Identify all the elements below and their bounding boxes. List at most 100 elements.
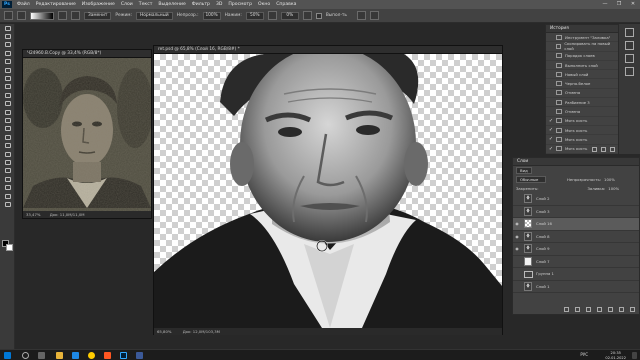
new-layer-icon[interactable]: [619, 307, 624, 312]
gradient-preview[interactable]: [30, 11, 54, 20]
layer-row[interactable]: Слой 7: [513, 256, 639, 268]
minimize-button[interactable]: —: [598, 0, 612, 9]
settings-gear-icon[interactable]: [302, 11, 312, 20]
more-tool-icon[interactable]: [0, 200, 15, 208]
blur-tool-icon[interactable]: [0, 133, 15, 141]
eraser-tool-icon[interactable]: [0, 116, 15, 124]
layer-name[interactable]: Группа 1: [536, 271, 554, 276]
snapshot-icon[interactable]: [592, 147, 597, 152]
history-item[interactable]: Черно-белое: [546, 79, 618, 89]
canvas-area[interactable]: [154, 54, 502, 328]
history-item[interactable]: Отмена: [546, 107, 618, 117]
menu-item-5[interactable]: Выделение: [155, 2, 188, 7]
menu-item-10[interactable]: Справка: [273, 2, 299, 7]
visibility-eye-icon[interactable]: ◉: [513, 234, 521, 239]
zoom-tool-icon[interactable]: [0, 192, 15, 200]
layer-row[interactable]: Группа 1: [513, 268, 639, 281]
brush-tool-icon[interactable]: [0, 91, 15, 99]
layer-row[interactable]: Слой 1: [513, 281, 639, 293]
history-item[interactable]: Выполнить слой: [546, 61, 618, 71]
symmetry-icon[interactable]: [369, 11, 379, 20]
dither-checkbox[interactable]: [315, 12, 322, 19]
document-window-active[interactable]: ret.psd @ 65,8% (Слой 16, RGB/8#) * 65,8…: [153, 45, 503, 335]
history-item[interactable]: Отмена: [546, 89, 618, 99]
menu-item-9[interactable]: Окно: [255, 2, 273, 7]
menu-item-3[interactable]: Слои: [118, 2, 136, 7]
task-view-icon[interactable]: [38, 352, 45, 359]
hand-tool-icon[interactable]: [0, 183, 15, 191]
app-icon[interactable]: [104, 352, 111, 359]
menu-item-1[interactable]: Редактирование: [33, 2, 79, 7]
history-item[interactable]: Новый слой: [546, 70, 618, 80]
type-tool-icon[interactable]: [0, 158, 15, 166]
history-item[interactable]: ✓ Мягк кисть: [546, 126, 618, 136]
layer-opacity-value[interactable]: 100%: [604, 177, 615, 182]
file-explorer-icon[interactable]: [56, 352, 63, 359]
radial-gradient-icon[interactable]: [71, 11, 80, 20]
move-tool-icon[interactable]: [0, 24, 15, 32]
blend-mode-select[interactable]: Обычные: [516, 176, 546, 183]
marquee-tool-icon[interactable]: [0, 32, 15, 40]
photoshop-logo-icon[interactable]: Ps: [2, 1, 12, 8]
search-icon[interactable]: [22, 352, 29, 359]
airbrush-icon[interactable]: [267, 11, 277, 20]
smoothing-input[interactable]: 0%: [280, 11, 299, 20]
layer-style-icon[interactable]: [575, 307, 580, 312]
history-item[interactable]: ✓ Мягк кисть: [546, 117, 618, 126]
clone-stamp-tool-icon[interactable]: [0, 100, 15, 108]
layer-name[interactable]: Слой 8: [536, 234, 550, 239]
menu-item-8[interactable]: Просмотр: [225, 2, 255, 7]
healing-tool-icon[interactable]: [0, 83, 15, 91]
mode-select[interactable]: Нормальный: [135, 11, 173, 20]
new-document-icon[interactable]: [601, 147, 606, 152]
linear-gradient-icon[interactable]: [58, 11, 67, 20]
pen-tool-icon[interactable]: [0, 150, 15, 158]
layer-mask-icon[interactable]: [586, 307, 591, 312]
properties-panel-icon[interactable]: [625, 41, 634, 50]
brush-preset-icon[interactable]: [17, 11, 26, 20]
history-brush-tool-icon[interactable]: [0, 108, 15, 116]
history-item[interactable]: ✓ Мягк кисть: [546, 135, 618, 145]
brush-panel-icon[interactable]: [625, 67, 634, 76]
layer-row[interactable]: ◉ Слой 8: [513, 231, 639, 243]
maximize-button[interactable]: ❐: [612, 0, 626, 9]
dodge-tool-icon[interactable]: [0, 141, 15, 149]
document-tab-active[interactable]: ret.psd @ 65,8% (Слой 16, RGB/8#) *: [154, 46, 502, 54]
gradient-type-select[interactable]: Заменит: [84, 11, 112, 20]
zoom-value-active[interactable]: 65,80%: [157, 329, 171, 334]
layer-name[interactable]: Слой 2: [536, 196, 550, 201]
history-item[interactable]: Разбиение 3: [546, 98, 618, 108]
menu-item-4[interactable]: Текст: [136, 2, 156, 7]
layer-name[interactable]: Слой 16: [536, 221, 552, 226]
notifications-icon[interactable]: [632, 352, 637, 359]
gradient-tool-icon[interactable]: [4, 11, 13, 20]
opacity-input[interactable]: 100%: [202, 11, 221, 20]
menu-item-2[interactable]: Изображение: [79, 2, 118, 7]
path-select-tool-icon[interactable]: [0, 167, 15, 175]
document-tab-original[interactable]: Ч24960.B.Copy @ 33,4% (RGB/8*): [23, 50, 151, 58]
frame-tool-icon[interactable]: [0, 66, 15, 74]
messenger-icon[interactable]: [136, 352, 143, 359]
quick-select-tool-icon[interactable]: [0, 49, 15, 57]
layer-name[interactable]: Слой 9: [536, 246, 550, 251]
keyboard-language[interactable]: РУС: [580, 350, 588, 360]
zoom-value-original[interactable]: 33,47%: [26, 212, 40, 217]
document-window-original[interactable]: Ч24960.B.Copy @ 33,4% (RGB/8*) 33,47% До…: [22, 49, 152, 219]
flow-input[interactable]: 50%: [245, 11, 264, 20]
layer-name[interactable]: Слой 7: [536, 259, 550, 264]
adjustment-layer-icon[interactable]: [597, 307, 602, 312]
delete-layer-icon[interactable]: [630, 307, 635, 312]
history-item[interactable]: Скопировать на новый слой: [546, 41, 618, 52]
fill-value[interactable]: 100%: [608, 186, 619, 191]
yandex-icon[interactable]: [88, 352, 95, 359]
menu-item-7[interactable]: 3D: [213, 2, 225, 7]
photoshop-taskbar-icon[interactable]: [120, 352, 127, 359]
layer-row[interactable]: ◉ Слой 9: [513, 243, 639, 256]
windows-start-icon[interactable]: [4, 352, 11, 359]
layer-filter-select[interactable]: Вид: [516, 167, 532, 174]
eyedropper-tool-icon[interactable]: [0, 74, 15, 82]
link-layers-icon[interactable]: [564, 307, 569, 312]
menu-item-0[interactable]: Файл: [14, 2, 33, 7]
layer-row[interactable]: ◉ Слой 16: [513, 218, 639, 231]
history-item[interactable]: Порядок слоев: [546, 52, 618, 61]
